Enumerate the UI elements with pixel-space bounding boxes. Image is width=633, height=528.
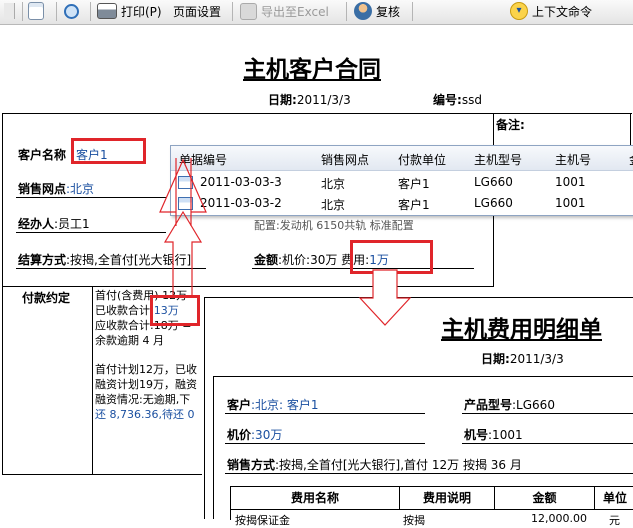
- annotation-arrows: [159, 158, 412, 326]
- down-arrow-icon: [358, 269, 412, 326]
- up-arrow-icon: [159, 158, 207, 295]
